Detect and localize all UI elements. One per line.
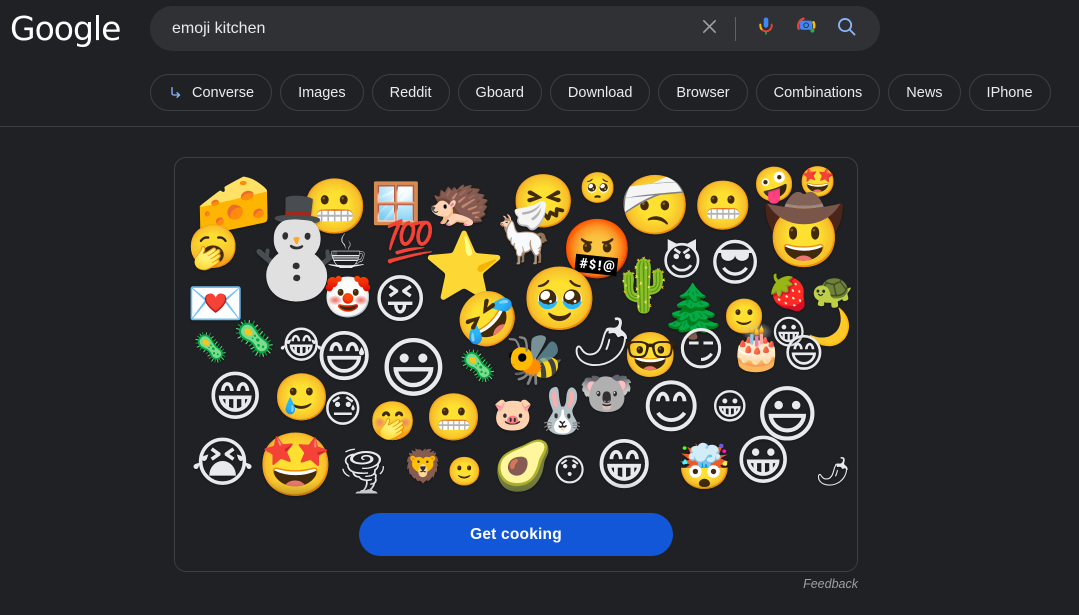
related-search-chips: Converse Images Reddit Gboard Download B…	[150, 74, 1051, 111]
chip-converse[interactable]: Converse	[150, 74, 273, 111]
emoji-sticker[interactable]: 😄	[783, 334, 825, 374]
emoji-sticker[interactable]: 😓	[323, 390, 363, 428]
emoji-sticker[interactable]: 🐷	[493, 398, 533, 430]
emoji-sticker[interactable]: 🦔	[427, 176, 492, 228]
get-cooking-button[interactable]: Get cooking	[359, 513, 673, 556]
emoji-sticker[interactable]: 🎂	[729, 326, 784, 370]
feedback-link[interactable]: Feedback	[0, 577, 858, 591]
chip-label: Converse	[192, 84, 255, 101]
emoji-sticker[interactable]: 🥺	[579, 174, 616, 204]
emoji-sticker[interactable]: 🤯	[677, 446, 732, 490]
emoji-sticker[interactable]: 😏	[677, 326, 725, 372]
chip-download[interactable]: Download	[549, 74, 651, 111]
chip-gboard[interactable]: Gboard	[457, 74, 542, 111]
emoji-sticker[interactable]: 😯	[553, 454, 586, 486]
google-logo-text: Google	[10, 9, 121, 48]
emoji-sticker[interactable]: 🌪	[335, 450, 391, 494]
emoji-sticker[interactable]: 🦠	[459, 352, 496, 382]
chip-label: Browser	[676, 84, 730, 101]
turn-right-arrow-icon	[168, 85, 184, 101]
emoji-sticker[interactable]: 😭	[191, 436, 254, 490]
google-lens-icon	[794, 14, 818, 43]
emoji-sticker[interactable]: 🦙	[495, 216, 552, 262]
lens-search-button[interactable]	[786, 7, 826, 51]
search-divider	[735, 16, 736, 41]
chip-label: IPhone	[986, 84, 1033, 101]
chip-label: Combinations	[773, 84, 863, 101]
cta-container: Get cooking	[175, 513, 857, 556]
emoji-sticker[interactable]: 🤭	[369, 402, 416, 440]
chip-images[interactable]: Images	[280, 74, 364, 111]
close-icon	[699, 16, 720, 42]
emoji-sticker[interactable]: 😝	[373, 274, 427, 326]
emoji-sticker[interactable]: 😀	[711, 390, 749, 426]
emoji-sticker[interactable]: 🙂	[447, 458, 482, 486]
emoji-sticker[interactable]: 🦠	[233, 322, 275, 356]
chip-iphone[interactable]: IPhone	[968, 74, 1051, 111]
emoji-sticker[interactable]: 🤡	[323, 278, 373, 318]
emoji-sticker[interactable]: 🤠	[763, 198, 845, 264]
emoji-sticker[interactable]: 🪟	[371, 184, 421, 224]
search-submit-button[interactable]	[826, 7, 866, 51]
chip-reddit[interactable]: Reddit	[371, 74, 450, 111]
emoji-sticker[interactable]: 😁	[595, 438, 653, 494]
emoji-sticker[interactable]: 🐢	[811, 274, 853, 308]
emoji-sticker[interactable]: 🤩	[257, 434, 334, 496]
chip-label: Gboard	[475, 84, 524, 101]
emoji-sticker[interactable]: 😀	[735, 434, 791, 488]
emoji-sticker[interactable]: 😁	[207, 370, 263, 424]
microphone-icon	[754, 14, 778, 43]
search-bar[interactable]	[150, 6, 880, 51]
voice-search-button[interactable]	[746, 7, 786, 51]
emoji-sticker[interactable]: 🍓	[767, 276, 809, 310]
chip-label: News	[906, 84, 943, 101]
emoji-sticker[interactable]: 🥲	[273, 374, 330, 420]
emoji-sticker[interactable]: 😊	[641, 378, 701, 436]
chip-news[interactable]: News	[888, 74, 961, 111]
chip-label: Reddit	[389, 84, 432, 101]
emoji-kitchen-card: 🧀 😬 🪟 🦔 🤧 🥺 🤕 😬 🤪 🤩 🥱 ⛄ ☕ 💯 ⭐ 🦙 🤬 😈 😎 🤠 💌 🤡 😝 🤣 🥹 🌵 🌲 🙂 🍓 🐢 🌙 😀 🦠 🦠 😂 😅 😃 🦠 🐝 🌶…	[174, 157, 858, 572]
google-logo[interactable]: Google	[10, 9, 121, 48]
chip-label: Images	[298, 84, 346, 101]
emoji-sticker[interactable]: 🌶	[815, 458, 851, 486]
emoji-sticker[interactable]: 🦠	[193, 334, 228, 362]
emoji-sticker[interactable]: 🥱	[187, 226, 239, 268]
chip-browser[interactable]: Browser	[658, 74, 748, 111]
emoji-sticker[interactable]: 😬	[693, 182, 753, 230]
chip-combinations[interactable]: Combinations	[755, 74, 881, 111]
emoji-sticker[interactable]: 🐝	[505, 336, 565, 384]
clear-search-button[interactable]	[689, 7, 729, 51]
emoji-sticker[interactable]: 🥑	[493, 442, 553, 490]
results-area: 🧀 😬 🪟 🦔 🤧 🥺 🤕 😬 🤪 🤩 🥱 ⛄ ☕ 💯 ⭐ 🦙 🤬 😈 😎 🤠 💌 🤡 😝 🤣 🥹 🌵 🌲 🙂 🍓 🐢 🌙 😀 🦠 🦠 😂 😅 😃 🦠 🐝 🌶…	[0, 127, 1079, 615]
emoji-sticker[interactable]: 😎	[709, 238, 761, 288]
emoji-sticker[interactable]: ☕	[325, 228, 368, 276]
chip-label: Download	[567, 84, 633, 101]
search-header: Google emoji kitchen Converse Images Red…	[0, 0, 1079, 127]
search-input[interactable]	[150, 6, 689, 51]
search-icon	[835, 15, 858, 43]
emoji-sticker[interactable]: 🦁	[403, 450, 443, 482]
emoji-sticker[interactable]: 🐨	[579, 372, 634, 416]
emoji-sticker[interactable]: 😬	[425, 394, 482, 440]
emoji-collage: 🧀 😬 🪟 🦔 🤧 🥺 🤕 😬 🤪 🤩 🥱 ⛄ ☕ 💯 ⭐ 🦙 🤬 😈 😎 🤠 💌 🤡 😝 🤣 🥹 🌵 🌲 🙂 🍓 🐢 🌙 😀 🦠 🦠 😂 😅 😃 🦠 🐝 🌶…	[175, 158, 857, 518]
